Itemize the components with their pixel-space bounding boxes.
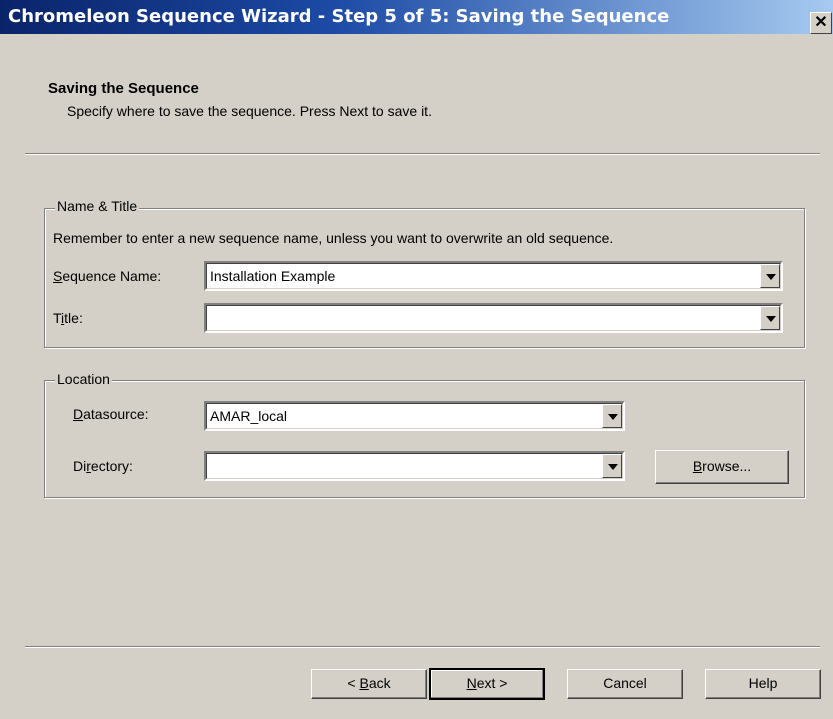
directory-combo[interactable] xyxy=(204,451,625,481)
sequence-name-combo[interactable]: Installation Example xyxy=(204,261,783,291)
title-frame xyxy=(206,305,781,331)
chevron-down-icon[interactable] xyxy=(602,454,622,478)
footer-divider xyxy=(25,646,820,648)
cancel-button[interactable]: Cancel xyxy=(567,669,683,699)
name-hint-text: Remember to enter a new sequence name, u… xyxy=(53,230,614,246)
browse-button[interactable]: Browse... xyxy=(655,450,789,484)
title-bar[interactable]: Chromeleon Sequence Wizard - Step 5 of 5… xyxy=(0,0,833,34)
directory-label-text: Directory: xyxy=(73,458,133,474)
window-title: Chromeleon Sequence Wizard - Step 5 of 5… xyxy=(8,6,670,27)
name-title-legend: Name & Title xyxy=(55,198,140,214)
sequence-name-value: Installation Example xyxy=(210,268,336,284)
chevron-down-icon[interactable] xyxy=(760,264,780,288)
directory-label: Directory: xyxy=(73,458,133,474)
datasource-label-text: Datasource: xyxy=(73,406,149,422)
directory-frame xyxy=(206,453,623,479)
chevron-down-icon[interactable] xyxy=(760,306,780,330)
next-button[interactable]: Next > xyxy=(429,668,545,700)
header-divider xyxy=(25,153,820,155)
sequence-name-label-text: Sequence Name: xyxy=(53,268,162,284)
datasource-label: Datasource: xyxy=(73,406,149,422)
sequence-name-label: Sequence Name: xyxy=(53,268,161,284)
title-combo[interactable] xyxy=(204,303,783,333)
wizard-window: Chromeleon Sequence Wizard - Step 5 of 5… xyxy=(0,0,833,719)
back-button[interactable]: < Back xyxy=(311,669,427,699)
datasource-combo[interactable]: AMAR_local xyxy=(204,401,625,431)
help-button[interactable]: Help xyxy=(705,669,821,699)
location-legend: Location xyxy=(55,371,112,387)
title-label-text: Title: xyxy=(53,310,83,326)
chevron-down-icon[interactable] xyxy=(602,404,622,428)
page-subtitle: Specify where to save the sequence. Pres… xyxy=(67,103,432,119)
page-title: Saving the Sequence xyxy=(48,80,199,97)
close-icon[interactable]: ✕ xyxy=(810,12,832,34)
datasource-value: AMAR_local xyxy=(210,408,288,424)
title-label: Title: xyxy=(53,310,83,326)
